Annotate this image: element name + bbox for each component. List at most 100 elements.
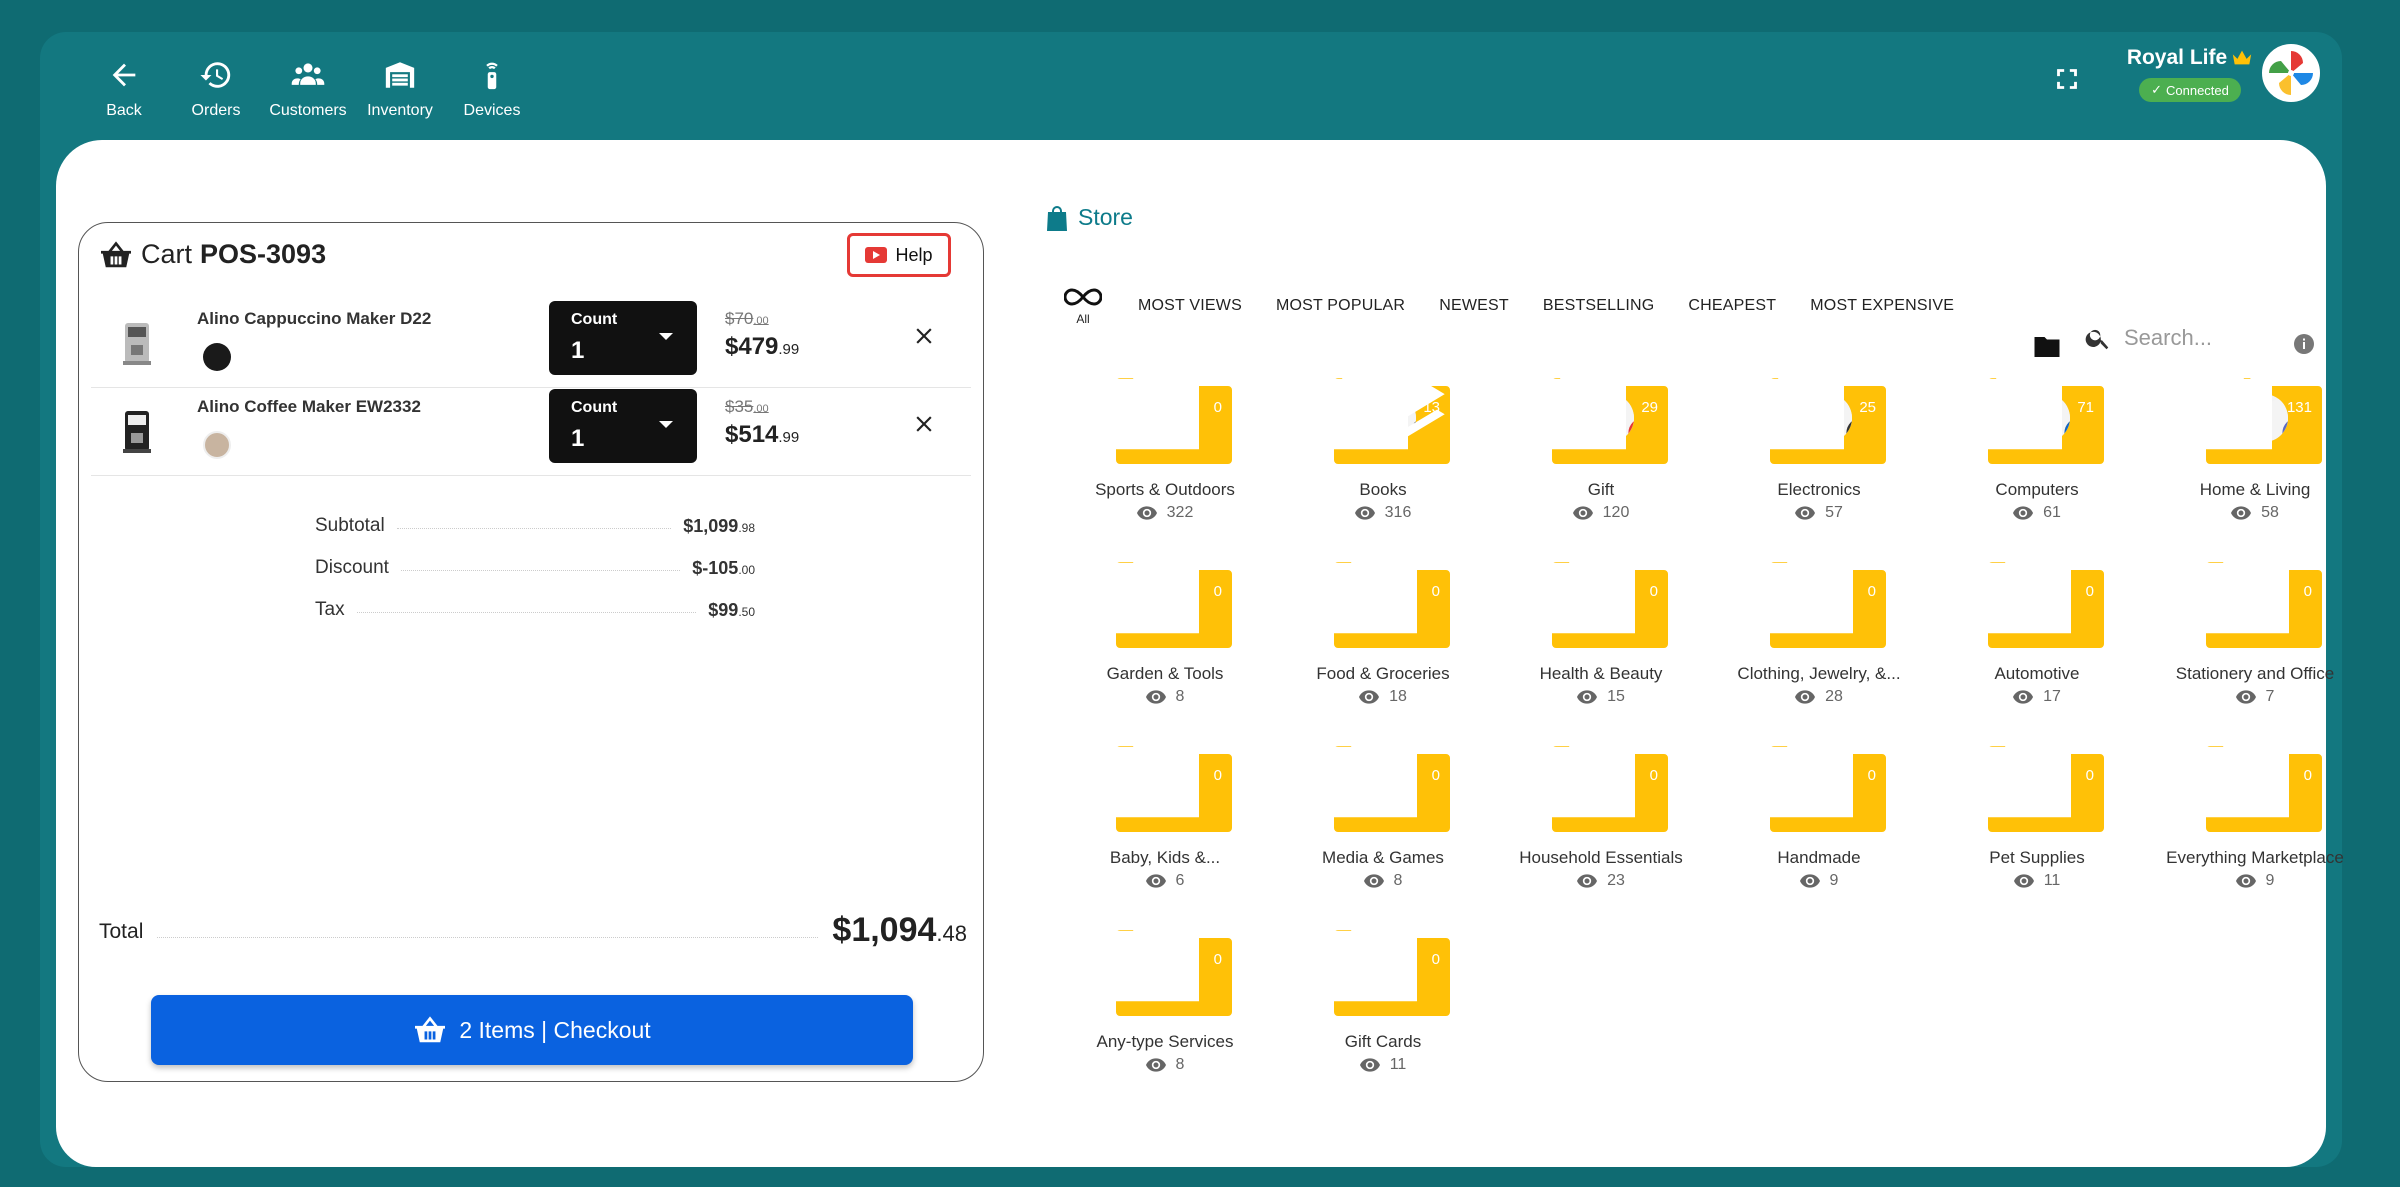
category-card[interactable]: 0 Any-type Services 8: [1056, 916, 1274, 1096]
category-folder: 0: [2194, 732, 2322, 834]
category-card[interactable]: 25 Electronics 57: [1710, 364, 1928, 544]
category-card[interactable]: 0 Baby, Kids &... 6: [1056, 732, 1274, 912]
category-name: Electronics: [1777, 480, 1861, 499]
summary-tax: Tax $99.50: [315, 599, 755, 620]
quantity-select[interactable]: Count 1: [549, 389, 697, 463]
category-card[interactable]: 0 Food & Groceries 18: [1274, 548, 1492, 728]
item-price: $70.00 $479.99: [725, 309, 799, 361]
box-icon: [1976, 732, 2071, 818]
nav-back[interactable]: Back: [78, 58, 170, 120]
box-icon: [1104, 732, 1199, 818]
filter-cheapest[interactable]: CHEAPEST: [1688, 297, 1776, 315]
category-name: Gift: [1587, 480, 1615, 499]
original-price: $70.00: [725, 309, 769, 328]
category-card[interactable]: 0 Stationery and Office 7: [2146, 548, 2364, 728]
cart-item: Alino Cappuccino Maker D22 Count 1 $70.0…: [91, 301, 971, 388]
nav-orders[interactable]: Orders: [170, 58, 262, 120]
infinity-icon: [1064, 288, 1102, 306]
category-folder: 0: [1322, 916, 1450, 1018]
cart-title: Cart: [141, 239, 193, 269]
nav-devices[interactable]: Devices: [446, 58, 538, 120]
category-views: 9: [1710, 872, 1928, 890]
category-name: Baby, Kids &...: [1109, 848, 1221, 867]
filter-bestselling[interactable]: BESTSELLING: [1543, 297, 1655, 315]
close-icon[interactable]: [911, 411, 937, 437]
nav-label: Orders: [191, 102, 241, 119]
filter-most-expensive[interactable]: MOST EXPENSIVE: [1810, 297, 1954, 315]
category-card[interactable]: 0 Household Essentials 23: [1492, 732, 1710, 912]
category-name: Garden & Tools: [1106, 664, 1224, 683]
quantity-select[interactable]: Count 1: [549, 301, 697, 375]
category-item-count: 0: [1094, 544, 1222, 638]
avatar[interactable]: [2262, 44, 2320, 102]
category-card[interactable]: 29 Gift 120: [1492, 364, 1710, 544]
info-icon[interactable]: [2292, 332, 2316, 356]
filter-most-popular[interactable]: MOST POPULAR: [1276, 297, 1405, 315]
eye-icon: [1136, 506, 1157, 520]
category-item-count: 0: [1530, 544, 1658, 638]
category-views: 120: [1492, 504, 1710, 522]
category-card[interactable]: 0 Everything Marketplace 9: [2146, 732, 2364, 912]
category-card[interactable]: 0 Sports & Outdoors 322: [1056, 364, 1274, 544]
filter-newest[interactable]: NEWEST: [1439, 297, 1509, 315]
help-button[interactable]: Help: [847, 233, 951, 277]
nav-inventory[interactable]: Inventory: [354, 58, 446, 120]
nav-customers[interactable]: Customers: [262, 58, 354, 120]
history-icon: [200, 62, 231, 88]
category-folder: 25: [1750, 364, 1886, 466]
eye-icon: [2235, 874, 2256, 888]
box-icon: [1322, 916, 1417, 1002]
category-card[interactable]: 71 Computers 61: [1928, 364, 2146, 544]
category-views: 316: [1274, 504, 1492, 522]
category-views: 8: [1056, 1056, 1274, 1074]
original-price: $35.00: [725, 397, 769, 416]
category-card[interactable]: 13 Books 316: [1274, 364, 1492, 544]
category-name: Everything Marketplace: [2166, 848, 2344, 867]
category-views: 28: [1710, 688, 1928, 706]
category-views: 322: [1056, 504, 1274, 522]
search-input[interactable]: [2122, 324, 2296, 352]
category-folder: 0: [1104, 732, 1232, 834]
nav-label: Back: [106, 102, 142, 119]
color-swatch[interactable]: [203, 343, 231, 371]
filter-all[interactable]: All: [1052, 286, 1114, 326]
box-icon: [1322, 732, 1417, 818]
category-item-count: 0: [1530, 728, 1658, 822]
user-info: Royal Life ✓ Connected: [2120, 46, 2260, 102]
category-card[interactable]: 0 Health & Beauty 15: [1492, 548, 1710, 728]
category-card[interactable]: 0 Media & Games 8: [1274, 732, 1492, 912]
category-card[interactable]: 0 Gift Cards 11: [1274, 916, 1492, 1096]
category-folder: 13: [1314, 364, 1450, 466]
fullscreen-icon[interactable]: [2050, 62, 2084, 96]
category-card[interactable]: 131 Home & Living 58: [2146, 364, 2364, 544]
folder-icon[interactable]: [2032, 332, 2062, 362]
summary-discount: Discount $-105.00: [315, 557, 755, 578]
color-swatch[interactable]: [203, 431, 231, 459]
main-panel: Cart POS-3093 Help Alino Cappuccino Make…: [56, 140, 2344, 1167]
category-folder: 29: [1532, 364, 1668, 466]
category-views: 9: [2146, 872, 2364, 890]
checkout-button[interactable]: 2 Items | Checkout: [151, 995, 913, 1065]
close-icon[interactable]: [911, 323, 937, 349]
category-views: 58: [2146, 504, 2364, 522]
nav-label: Devices: [463, 102, 521, 119]
category-card[interactable]: 0 Pet Supplies 11: [1928, 732, 2146, 912]
check-icon: ✓: [2151, 82, 2162, 97]
eye-icon: [1577, 874, 1598, 888]
remote-device-icon: [486, 62, 498, 90]
category-item-count: 29: [1521, 360, 1658, 454]
category-card[interactable]: 0 Automotive 17: [1928, 548, 2146, 728]
connection-status-badge: ✓ Connected: [2139, 78, 2241, 102]
category-card[interactable]: 0 Clothing, Jewelry, &... 28: [1710, 548, 1928, 728]
category-views: 57: [1710, 504, 1928, 522]
category-name: Stationery and Office: [2175, 664, 2335, 683]
filter-most-views[interactable]: MOST VIEWS: [1138, 297, 1242, 315]
category-item-count: 0: [1966, 728, 2094, 822]
category-views: 17: [1928, 688, 2146, 706]
box-icon: [2194, 548, 2289, 634]
cart-panel: Cart POS-3093 Help Alino Cappuccino Make…: [78, 222, 984, 1082]
box-icon: [1750, 364, 1845, 450]
category-item-count: 25: [1739, 360, 1876, 454]
category-card[interactable]: 0 Handmade 9: [1710, 732, 1928, 912]
category-card[interactable]: 0 Garden & Tools 8: [1056, 548, 1274, 728]
